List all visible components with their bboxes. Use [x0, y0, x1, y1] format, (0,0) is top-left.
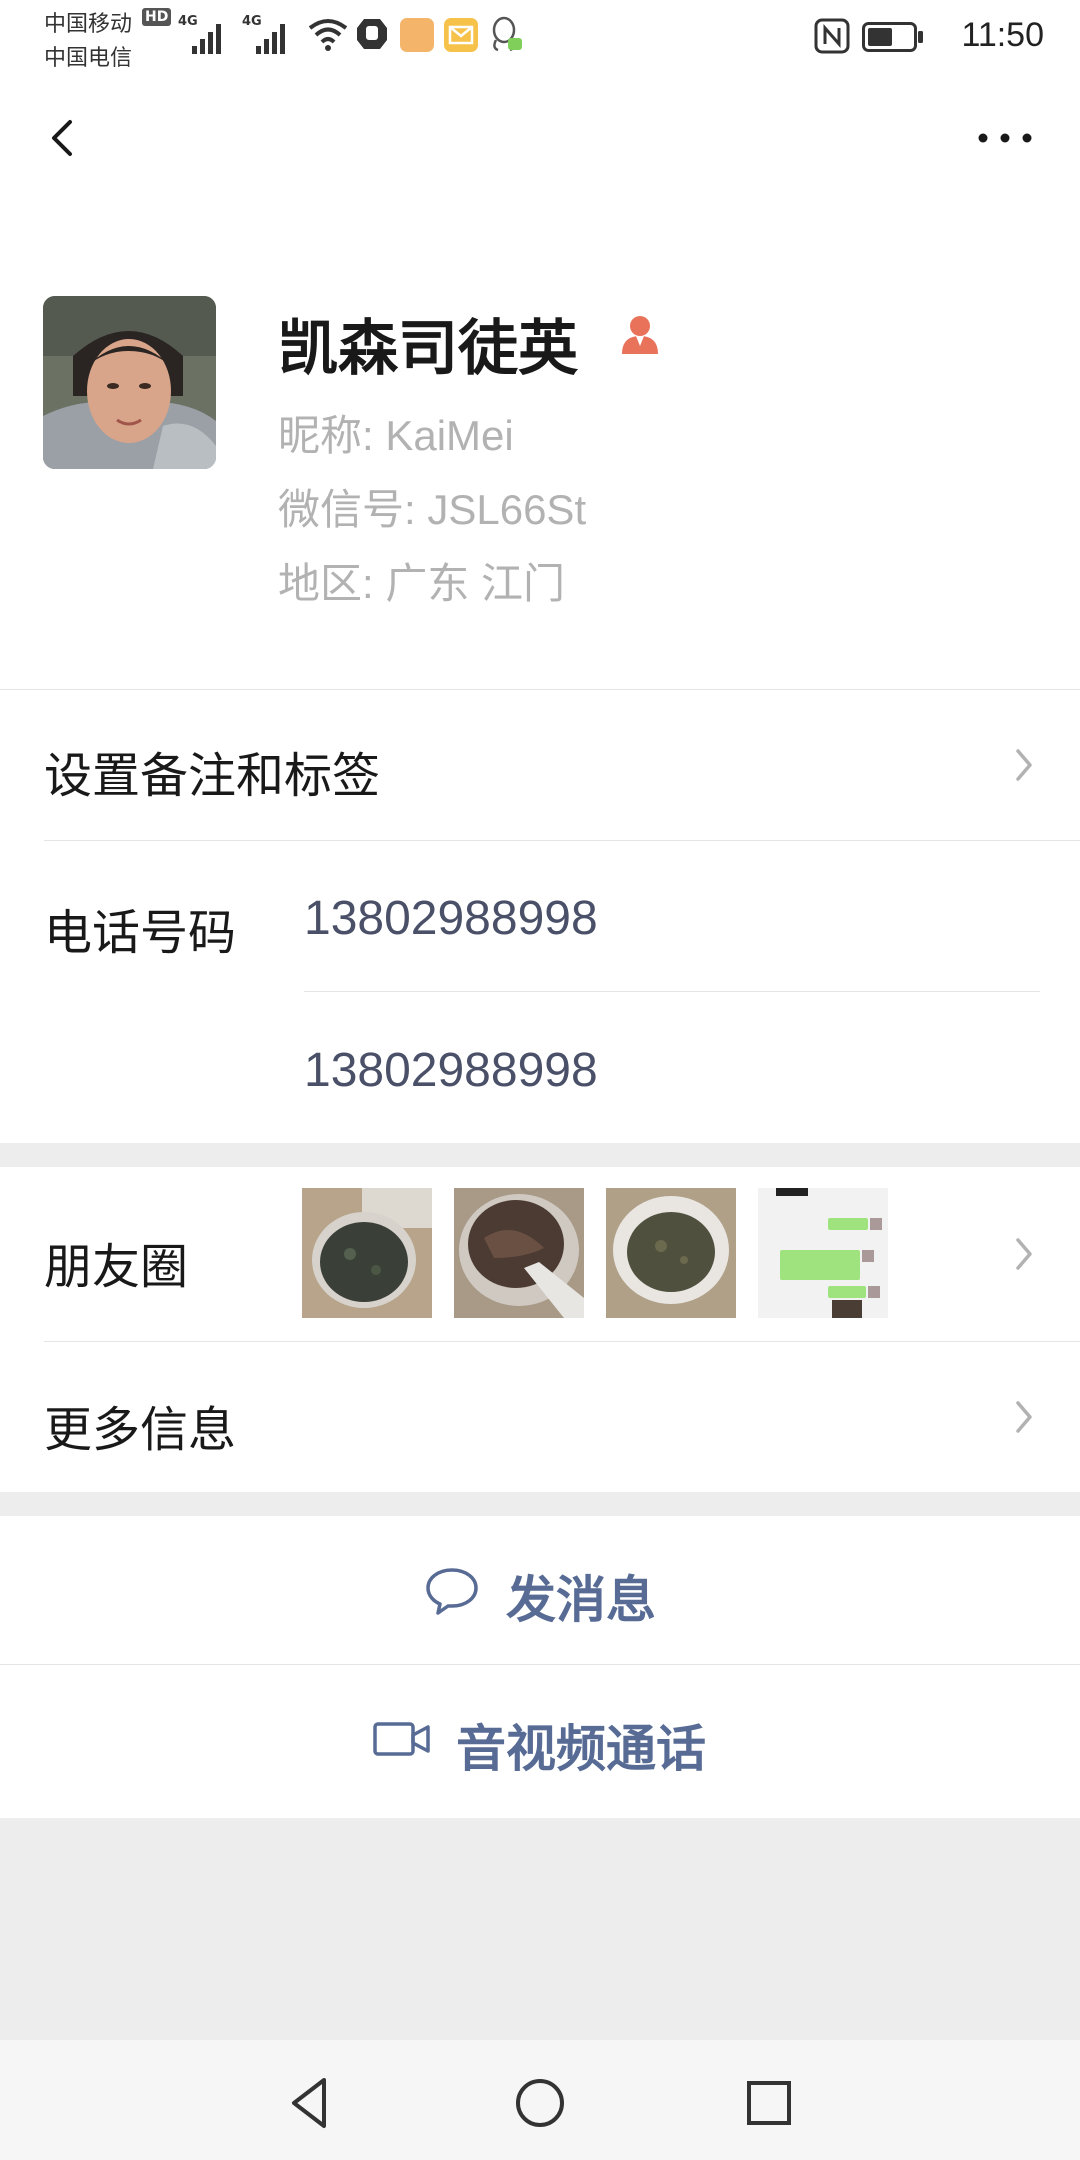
nav-back-icon[interactable] [274, 2068, 344, 2138]
mail-icon [444, 18, 478, 52]
moment-thumbnail[interactable] [302, 1188, 432, 1318]
status-bar: 中国移动 中国电信 HD 4G 4G 11:50 [0, 0, 1080, 78]
contact-name: 凯森司徒英 [278, 314, 578, 384]
phone-number-1[interactable]: 13802988998 [304, 891, 598, 946]
contact-person-icon [622, 316, 658, 354]
section-gap [0, 1492, 1080, 1516]
video-call-button[interactable]: 音视频通话 [0, 1665, 1080, 1813]
wifi-icon [308, 19, 348, 51]
chevron-right-icon [1016, 1401, 1032, 1433]
nav-home-icon[interactable] [505, 2068, 575, 2138]
nickname: 昵称: KaiMei [278, 412, 514, 459]
status-time: 11:50 [961, 16, 1044, 54]
nfc-icon [814, 18, 850, 54]
more-info-label: 更多信息 [44, 1402, 237, 1458]
video-call-label: 音视频通话 [456, 1720, 706, 1778]
hd-badge: HD [142, 8, 172, 26]
carrier-top: 中国移动 [44, 12, 133, 37]
phone-number-2[interactable]: 13802988998 [304, 1043, 598, 1098]
nav-recents-icon[interactable] [734, 2068, 804, 2138]
signal-bars-icon [256, 24, 285, 54]
moment-thumbnail[interactable] [606, 1188, 736, 1318]
qq-icon [492, 16, 522, 52]
phone-row: 电话号码 13802988998 13802988998 [0, 841, 1080, 1143]
send-message-label: 发消息 [506, 1571, 656, 1629]
carrier-bottom: 中国电信 [44, 46, 133, 71]
shield-hand-icon [357, 19, 387, 49]
battery-icon [862, 22, 923, 52]
chevron-right-icon [1016, 749, 1032, 781]
system-nav-bar [0, 2040, 1080, 2160]
app-notification-icon [400, 18, 434, 52]
chevron-right-icon [1016, 1238, 1032, 1270]
moment-thumbnail[interactable] [454, 1188, 584, 1318]
moments-label: 朋友圈 [44, 1239, 189, 1295]
more-options-icon[interactable] [970, 120, 1040, 156]
signal-bars-icon [192, 24, 221, 54]
more-info-row[interactable]: 更多信息 [0, 1342, 1080, 1492]
video-camera-icon [373, 1722, 430, 1756]
chat-bubble-icon [426, 1568, 478, 1615]
divider [304, 991, 1040, 992]
avatar[interactable] [43, 296, 216, 469]
region: 地区: 广东 江门 [278, 560, 566, 607]
send-message-button[interactable]: 发消息 [0, 1516, 1080, 1664]
remark-tags-label: 设置备注和标签 [44, 748, 381, 804]
top-nav [0, 78, 1080, 198]
remark-tags-row[interactable]: 设置备注和标签 [0, 690, 1080, 840]
moment-thumbnail[interactable] [758, 1188, 888, 1318]
section-gap [0, 1143, 1080, 1167]
wechat-id: 微信号: JSL66St [278, 486, 587, 533]
back-chevron-icon[interactable] [30, 108, 90, 168]
phone-label: 电话号码 [44, 905, 237, 961]
